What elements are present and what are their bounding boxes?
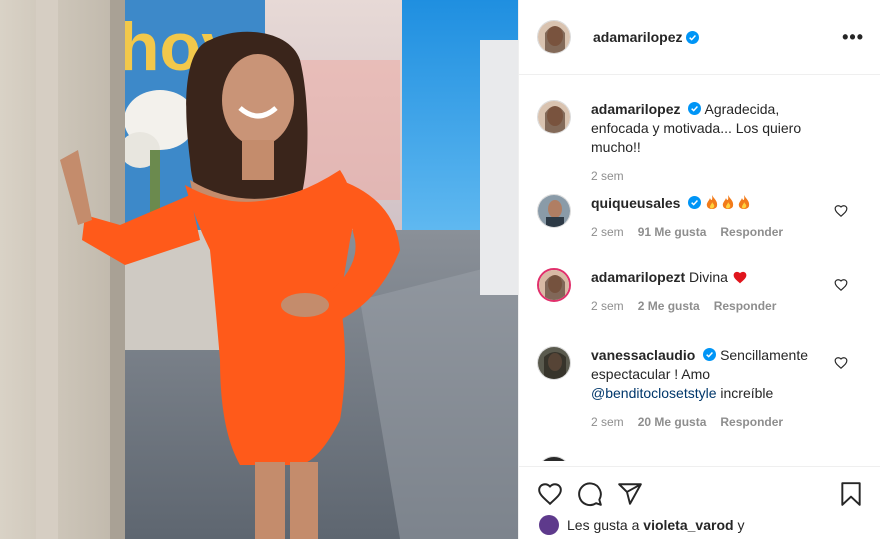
commenter-avatar[interactable]	[537, 194, 571, 228]
post-sidebar: adamarilopez ••• adamarilopez Agradecida…	[518, 0, 880, 539]
comment-likes[interactable]: 20 Me gusta	[638, 415, 707, 429]
commenter-avatar[interactable]	[537, 268, 571, 302]
photo-image: hoy	[0, 0, 518, 539]
commenter-username[interactable]: vanessaclaudio	[591, 347, 695, 363]
author-avatar[interactable]	[537, 20, 571, 54]
caption-text: adamarilopez Agradecida, enfocada y moti…	[591, 100, 831, 157]
post-actions: Les gusta a violeta_varod y	[519, 466, 880, 539]
like-heart-icon[interactable]	[537, 481, 563, 507]
more-options-icon[interactable]: •••	[842, 27, 864, 48]
likes-suffix: y	[737, 517, 745, 533]
post-header: adamarilopez •••	[519, 0, 880, 75]
reply-button[interactable]: Responder	[720, 225, 783, 239]
comment-body-end: increíble	[720, 385, 774, 401]
comment-likes[interactable]: 2 Me gusta	[638, 299, 700, 313]
caption-avatar[interactable]	[537, 100, 571, 134]
commenter-username[interactable]: adamarilopezt	[591, 269, 685, 285]
reply-button[interactable]: Responder	[714, 299, 777, 313]
likes-summary: Les gusta a violeta_varod y	[519, 507, 880, 535]
comment-item: vanessaclaudio Sencillamente espectacula…	[537, 346, 866, 429]
share-send-icon[interactable]	[617, 481, 643, 507]
caption-time[interactable]: 2 sem	[591, 169, 624, 183]
comment-time[interactable]: 2 sem	[591, 299, 624, 313]
commenter-avatar[interactable]	[537, 346, 571, 380]
comment-item: quiqueusales 2 sem 91 Me gusta Responder	[537, 194, 866, 239]
verified-badge-icon	[688, 102, 702, 115]
comment-like-heart-icon[interactable]	[834, 204, 848, 218]
liker-avatar[interactable]	[539, 515, 559, 535]
bookmark-save-icon[interactable]	[838, 481, 864, 507]
caption: adamarilopez Agradecida, enfocada y moti…	[537, 100, 866, 183]
comment-bubble-icon[interactable]	[577, 481, 603, 507]
comment-like-heart-icon[interactable]	[834, 278, 848, 292]
comment-item: adamarilopezt Divina 2 sem 2 Me gusta Re…	[537, 268, 866, 313]
comment-likes[interactable]: 91 Me gusta	[638, 225, 707, 239]
verified-badge-icon	[686, 30, 700, 44]
comment-time[interactable]: 2 sem	[591, 415, 624, 429]
verified-badge-icon	[703, 348, 717, 361]
verified-badge-icon	[688, 196, 702, 209]
post-photo[interactable]: hoy	[0, 0, 518, 539]
mention-link[interactable]: @benditoclosetstyle	[591, 385, 717, 401]
comments-list: adamarilopez Agradecida, enfocada y moti…	[519, 76, 880, 461]
liker-username[interactable]: violeta_varod	[643, 517, 733, 533]
likes-prefix: Les gusta a	[567, 517, 640, 533]
comment-like-heart-icon[interactable]	[834, 356, 848, 370]
commenter-avatar[interactable]	[537, 456, 571, 461]
fire-emoji-icon	[705, 195, 753, 211]
comment-time[interactable]: 2 sem	[591, 225, 624, 239]
caption-username[interactable]: adamarilopez	[591, 101, 680, 117]
commenter-username[interactable]: quiqueusales	[591, 195, 680, 211]
comment-body: Divina	[689, 269, 728, 285]
comment-item-partial	[537, 456, 866, 461]
author-username[interactable]: adamarilopez	[593, 29, 682, 45]
red-heart-emoji-icon	[732, 269, 748, 285]
reply-button[interactable]: Responder	[720, 415, 783, 429]
